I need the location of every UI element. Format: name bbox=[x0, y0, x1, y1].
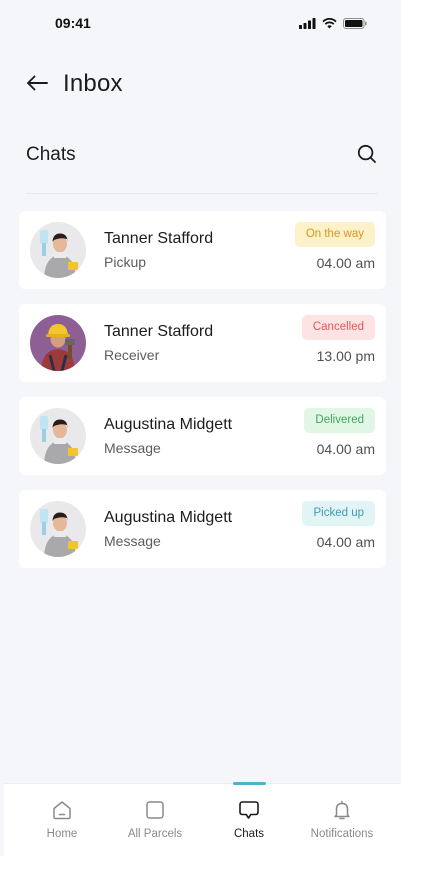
nav-item-home[interactable]: Home bbox=[15, 798, 109, 848]
status-badge: Cancelled bbox=[301, 315, 375, 340]
home-icon bbox=[50, 798, 74, 822]
search-icon bbox=[357, 144, 377, 169]
chat-list: Tanner Stafford Pickup On the way 04.00 … bbox=[19, 211, 386, 583]
chat-subtitle: Message bbox=[104, 440, 161, 456]
nav-item-notifications[interactable]: Notifications bbox=[295, 798, 389, 848]
header: Inbox bbox=[0, 60, 401, 110]
status-badge: Picked up bbox=[302, 501, 375, 526]
construction-worker-avatar bbox=[30, 315, 86, 371]
status-icons bbox=[299, 16, 367, 34]
bell-icon bbox=[330, 798, 354, 822]
chat-bubble-icon bbox=[237, 798, 261, 822]
chats-section-header: Chats bbox=[26, 140, 378, 194]
wifi-icon bbox=[322, 16, 337, 34]
contact-name: Tanner Stafford bbox=[104, 230, 214, 247]
nav-label: Notifications bbox=[310, 828, 374, 840]
woman-cleaner-avatar bbox=[30, 501, 86, 557]
bottom-nav: Home All Parcels Chats Notifications bbox=[4, 782, 401, 856]
battery-icon bbox=[343, 16, 367, 34]
section-title: Chats bbox=[26, 144, 76, 165]
search-button[interactable] bbox=[356, 144, 378, 169]
chat-time: 04.00 am bbox=[316, 255, 375, 271]
chat-subtitle: Pickup bbox=[104, 254, 147, 270]
nav-item-chats[interactable]: Chats bbox=[202, 798, 296, 848]
status-time: 09:41 bbox=[55, 15, 91, 31]
nav-label: Chats bbox=[233, 828, 265, 840]
chat-subtitle: Receiver bbox=[104, 347, 160, 363]
parcel-box-icon bbox=[143, 798, 167, 822]
chat-list-item[interactable]: Augustina Midgett Message Delivered 04.0… bbox=[19, 397, 386, 475]
status-badge: Delivered bbox=[304, 408, 375, 433]
contact-name: Tanner Stafford bbox=[104, 323, 214, 340]
contact-name: Augustina Midgett bbox=[104, 509, 233, 526]
chat-list-item[interactable]: Augustina Midgett Message Picked up 04.0… bbox=[19, 490, 386, 568]
woman-cleaner-avatar bbox=[30, 408, 86, 464]
status-bar: 09:41 bbox=[0, 0, 401, 46]
status-badge: On the way bbox=[294, 222, 375, 247]
chat-subtitle: Message bbox=[104, 533, 161, 549]
back-button[interactable] bbox=[24, 73, 50, 97]
chat-time: 04.00 am bbox=[316, 441, 375, 457]
page-title: Inbox bbox=[63, 70, 123, 97]
chat-list-item[interactable]: Tanner Stafford Pickup On the way 04.00 … bbox=[19, 211, 386, 289]
active-tab-indicator bbox=[233, 782, 266, 785]
chat-time: 04.00 am bbox=[316, 534, 375, 550]
arrow-left-icon bbox=[26, 75, 48, 96]
chat-list-item[interactable]: Tanner Stafford Receiver Cancelled 13.00… bbox=[19, 304, 386, 382]
nav-label: All Parcels bbox=[127, 828, 183, 840]
app-screen: 09:41 Inbox Chats Tanner Stafford Pickup… bbox=[0, 0, 401, 856]
contact-name: Augustina Midgett bbox=[104, 416, 233, 433]
nav-label: Home bbox=[46, 828, 78, 840]
woman-cleaner-avatar bbox=[30, 222, 86, 278]
cellular-signal-icon bbox=[299, 16, 316, 34]
chat-time: 13.00 pm bbox=[316, 348, 375, 364]
nav-item-all-parcels[interactable]: All Parcels bbox=[108, 798, 202, 848]
